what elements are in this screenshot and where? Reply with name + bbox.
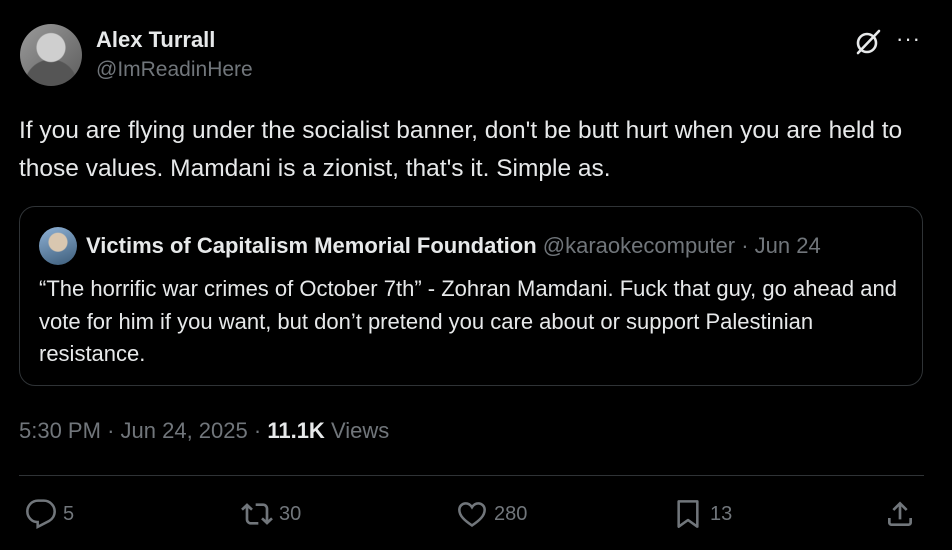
like-count: 280	[494, 502, 528, 525]
quoted-date[interactable]: Jun 24	[755, 233, 821, 258]
quoted-post[interactable]: Victims of Capitalism Memorial Foundatio…	[19, 206, 923, 386]
share-button[interactable]	[884, 497, 916, 531]
repost-count: 30	[279, 502, 302, 525]
author-handle[interactable]: @ImReadinHere	[96, 58, 253, 82]
heart-icon	[458, 502, 486, 527]
quoted-separator: ·	[741, 233, 749, 258]
reply-button[interactable]: 5	[25, 497, 74, 531]
post-date[interactable]: Jun 24, 2025	[121, 418, 248, 443]
author-avatar[interactable]	[20, 24, 82, 86]
post-meta: 5:30 PM · Jun 24, 2025 · 11.1K Views	[19, 418, 389, 444]
author-name[interactable]: Alex Turrall	[96, 27, 215, 53]
views-label: Views	[330, 418, 390, 443]
like-button[interactable]: 280	[456, 497, 527, 531]
more-icon[interactable]: ···	[896, 26, 921, 52]
post-time[interactable]: 5:30 PM	[19, 418, 101, 443]
grok-icon[interactable]	[854, 28, 882, 56]
bookmark-button[interactable]: 13	[672, 497, 732, 531]
reply-count: 5	[63, 502, 75, 525]
post-text: If you are flying under the socialist ba…	[19, 117, 903, 182]
repost-icon	[241, 503, 273, 525]
quoted-author-handle: @karaokecomputer	[542, 233, 736, 258]
quoted-author-name[interactable]: Victims of Capitalism Memorial Foundatio…	[86, 233, 537, 258]
bookmark-icon	[677, 500, 699, 528]
meta-separator: ·	[107, 418, 115, 443]
meta-separator: ·	[253, 418, 262, 443]
quoted-header: Victims of Capitalism Memorial Foundatio…	[86, 233, 821, 259]
reply-icon	[26, 499, 56, 530]
action-bar: 5 30 280 13	[0, 497, 952, 531]
quoted-text: “The horrific war crimes of October 7th”…	[39, 276, 897, 366]
bookmark-count: 13	[710, 502, 733, 525]
quoted-avatar[interactable]	[39, 227, 77, 265]
views-count: 11.1K	[267, 418, 325, 443]
share-icon	[888, 501, 912, 526]
repost-button[interactable]: 30	[241, 497, 301, 531]
divider	[19, 475, 924, 476]
